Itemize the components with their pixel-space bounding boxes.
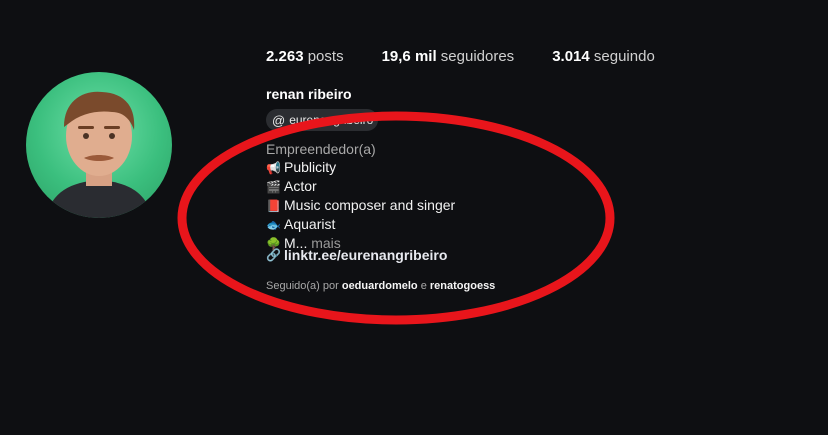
- follower-link-2[interactable]: renatogoess: [430, 280, 495, 292]
- followers-label: seguidores: [440, 48, 515, 65]
- posts-value: 2.263: [266, 48, 304, 65]
- threads-icon: @: [272, 112, 286, 128]
- profile-avatar[interactable]: [26, 72, 172, 218]
- profile-link[interactable]: 🔗 linktr.ee/eurenangribeiro: [266, 247, 447, 263]
- followers-count[interactable]: 19,6 mil seguidores: [382, 48, 515, 65]
- clapperboard-icon: 🎬: [266, 180, 281, 194]
- link-text: linktr.ee/eurenangribeiro: [284, 247, 448, 263]
- profile-bio: Empreendedor(a) 📢 Publicity 🎬 Actor 📕 Music…: [266, 140, 455, 253]
- profile-name: renan ribeiro: [266, 86, 352, 102]
- followers-value: 19,6 mil: [381, 48, 437, 65]
- bio-text: Actor: [284, 178, 317, 194]
- followed-prefix: Seguido(a) por: [266, 280, 339, 292]
- bio-line: 🎬 Actor: [266, 177, 455, 196]
- followed-join: e: [420, 280, 427, 292]
- avatar-photo: [46, 91, 152, 218]
- follower-link-1[interactable]: oeduardomelo: [342, 280, 418, 292]
- following-label: seguindo: [593, 48, 655, 65]
- red-book-icon: 📕: [266, 199, 281, 213]
- bio-line: 🐟 Aquarist: [266, 215, 455, 234]
- threads-badge[interactable]: @ eurenangribeiro: [266, 109, 378, 131]
- threads-handle: eurenangribeiro: [289, 113, 374, 127]
- profile-category: Empreendedor(a): [266, 141, 376, 157]
- posts-count[interactable]: 2.263 posts: [266, 48, 344, 65]
- bio-text: Music composer and singer: [284, 197, 456, 213]
- profile-stats: 2.263 posts 19,6 mil seguidores 3.014 se…: [266, 48, 693, 65]
- posts-label: posts: [307, 48, 344, 65]
- link-icon: 🔗: [266, 248, 281, 262]
- followed-by: Seguido(a) por oeduardomelo e renatogoes…: [266, 280, 495, 292]
- megaphone-icon: 📢: [266, 161, 281, 175]
- following-value: 3.014: [552, 48, 590, 65]
- following-count[interactable]: 3.014 seguindo: [552, 48, 655, 65]
- bio-text: Publicity: [284, 159, 337, 175]
- bio-line: 📢 Publicity: [266, 158, 455, 177]
- bio-text: Aquarist: [284, 216, 336, 232]
- fish-icon: 🐟: [266, 218, 281, 232]
- bio-line: 📕 Music composer and singer: [266, 196, 455, 215]
